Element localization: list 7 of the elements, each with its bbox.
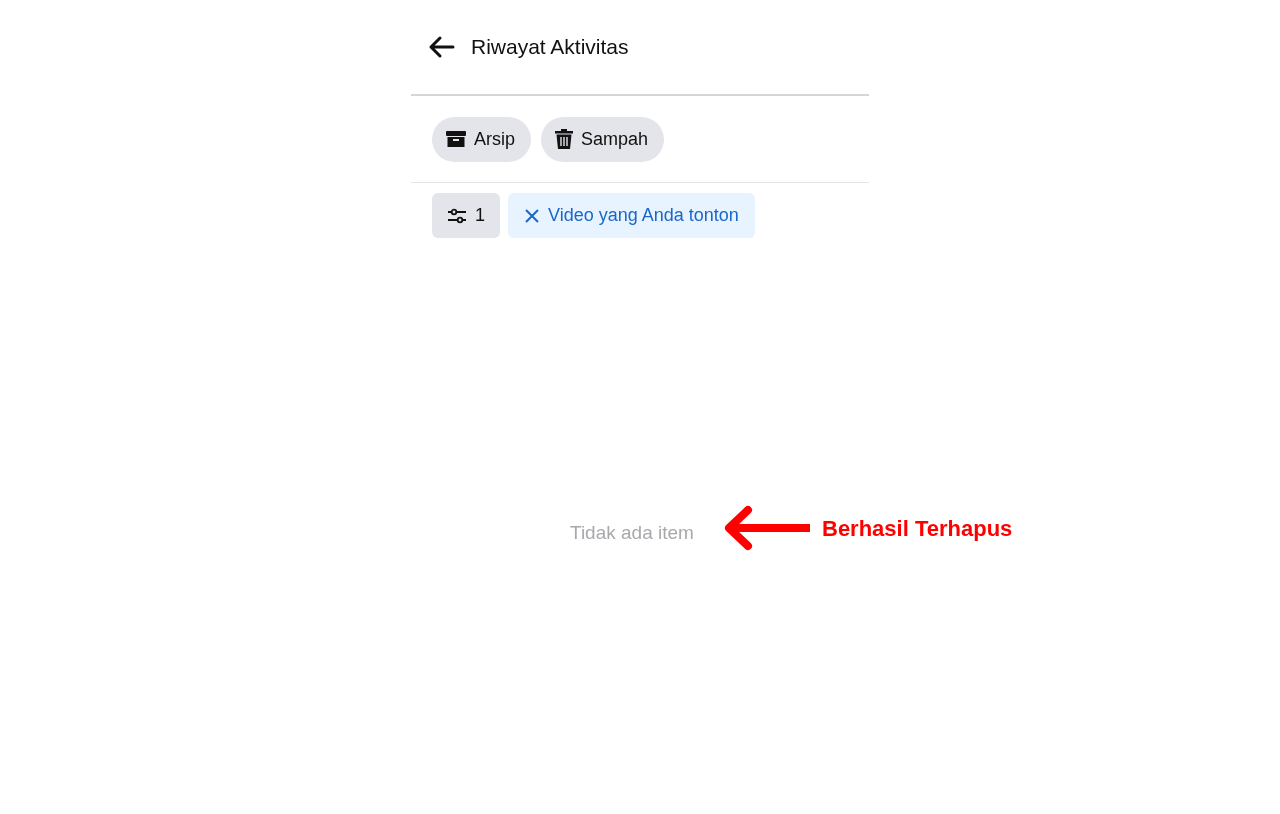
empty-state-text: Tidak ada item: [570, 522, 694, 543]
active-filter-chip[interactable]: Video yang Anda tonton: [508, 193, 755, 238]
annotation-text: Berhasil Terhapus: [822, 514, 1013, 543]
archive-button[interactable]: Arsip: [432, 116, 531, 162]
trash-button[interactable]: Sampah: [541, 116, 665, 162]
page-title: Riwayat Aktivitas: [471, 34, 629, 61]
filter-button[interactable]: 1: [432, 193, 500, 238]
